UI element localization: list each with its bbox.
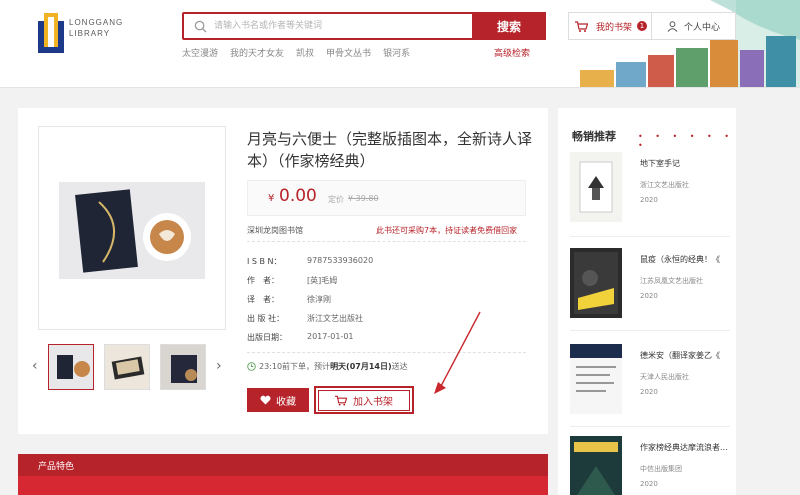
meta-key: I S B N： — [247, 257, 282, 266]
annotation-arrow-icon — [434, 311, 481, 394]
recommend-year: 2020 — [640, 196, 658, 204]
meta-value[interactable]: [英]毛姆 — [307, 275, 337, 286]
search-button[interactable]: 搜索 — [472, 12, 546, 40]
add-to-shelf-button[interactable]: 加入书架 — [314, 386, 414, 414]
heart-icon — [260, 395, 271, 405]
recommend-item[interactable]: 鼠疫（永恒的经典！《 江苏凤凰文艺出版社 2020 — [570, 248, 730, 328]
recommend-item[interactable]: 地下室手记 浙江文艺出版社 2020 — [570, 152, 730, 232]
search-icon — [194, 20, 207, 33]
price-box: ¥ 0.00 定价 ¥ 39.80 — [247, 180, 526, 216]
sidebar-title: 畅销推荐 — [572, 130, 616, 143]
meta-key: 出 版 社： — [247, 314, 285, 323]
meta-value: 徐淳刚 — [307, 295, 331, 304]
advanced-search-link[interactable]: 高级检索 — [494, 46, 530, 59]
original-price-label: 定价 — [328, 195, 344, 204]
hot-link[interactable]: 我的天才女友 — [230, 46, 284, 59]
recommend-item[interactable]: 德米安（翻译家姜乙《 天津人民出版社 2020 — [570, 344, 730, 424]
thumbnail[interactable] — [160, 344, 206, 390]
meta-value: 2017-01-01 — [307, 332, 354, 341]
chevron-left-icon[interactable]: ‹ — [32, 358, 38, 374]
book-cover-photo — [59, 182, 205, 279]
recommend-item[interactable]: 作家榜经典达摩流浪者... 中信出版集团 2020 — [570, 436, 730, 495]
decorative-dots: • • • • • • • — [638, 132, 735, 150]
recommend-title: 德米安（翻译家姜乙《 — [640, 351, 720, 360]
user-center-label: 个人中心 — [683, 22, 720, 33]
cart-count-badge: 1 — [637, 21, 648, 31]
recommend-title: 地下室手记 — [640, 159, 680, 168]
hot-link[interactable]: 太空漫游 — [182, 46, 218, 59]
thumbnail-strip: ‹ › — [32, 344, 232, 392]
site-header: LONGGANG LIBRARY 搜索 太空漫游 我的天才女友 凯叔 甲骨文丛书… — [0, 0, 800, 88]
book-cover — [570, 248, 622, 318]
meta-value: 9787533936020 — [307, 256, 374, 265]
recommend-year: 2020 — [640, 388, 658, 396]
features-label: 产品特色 — [38, 462, 75, 472]
bestseller-sidebar: 畅销推荐 • • • • • • • 地下室手记 浙江文艺出版社 2020 鼠疫… — [558, 108, 736, 495]
user-icon — [667, 20, 678, 32]
recommend-title: 鼠疫（永恒的经典！《 — [640, 255, 720, 264]
hot-link[interactable]: 凯叔 — [296, 46, 314, 59]
meta-key: 出版日期： — [247, 333, 287, 342]
recommend-publisher: 浙江文艺出版社 — [640, 181, 689, 189]
my-bookshelf-button[interactable]: 我的书架 1 — [568, 12, 652, 40]
book-cover — [570, 152, 622, 222]
divider — [570, 236, 730, 237]
meta-key: 译 者： — [247, 295, 279, 304]
library-logo-icon[interactable] — [38, 13, 64, 53]
recommend-publisher: 江苏凤凰文艺出版社 — [640, 277, 703, 285]
library-logo-text[interactable]: LONGGANG LIBRARY — [69, 17, 123, 39]
divider — [570, 426, 730, 427]
add-to-shelf-inner: 加入书架 — [318, 389, 410, 411]
original-price: ¥ 39.80 — [348, 194, 379, 203]
favorite-label: 收藏 — [276, 396, 296, 408]
book-title: 月亮与六便士（完整版插图本，全新诗人译本）（作家榜经典） — [247, 130, 533, 170]
delivery-estimate: 23:10前下单，预计明天(07月14日)送达 — [259, 362, 408, 371]
search-box: 搜索 — [182, 12, 546, 40]
bookshelf-label: 我的书架 — [596, 22, 633, 33]
price-currency: ¥ — [268, 193, 275, 204]
recommend-title: 作家榜经典达摩流浪者... — [640, 443, 728, 452]
recommend-publisher: 中信出版集团 — [640, 465, 682, 473]
meta-key: 作 者： — [247, 276, 279, 285]
add-to-shelf-label: 加入书架 — [353, 396, 393, 408]
product-features-header: 产品特色 — [18, 454, 548, 476]
purchase-notice: 此书还可采购7本，持证读者免费借回家 — [376, 226, 518, 235]
price: 0.00 — [279, 186, 317, 206]
recommend-year: 2020 — [640, 480, 658, 488]
book-cover — [570, 436, 622, 495]
book-cover — [570, 344, 622, 414]
user-center-button[interactable]: 个人中心 — [652, 12, 736, 40]
product-detail-card: ‹ › 月亮与六便士（完整版插图本，全新诗人译本）（作家榜经典） ¥ 0.00 … — [18, 108, 548, 434]
library-name: 深圳龙岗图书馆 — [247, 226, 303, 235]
meta-value: 浙江文艺出版社 — [307, 314, 363, 323]
divider — [247, 241, 526, 242]
clock-icon — [247, 362, 256, 371]
search-input[interactable] — [214, 17, 464, 35]
recommend-year: 2020 — [640, 292, 658, 300]
hot-link[interactable]: 甲骨文丛书 — [326, 46, 371, 59]
cart-icon — [575, 20, 588, 32]
hot-link[interactable]: 银河系 — [383, 46, 410, 59]
chevron-right-icon[interactable]: › — [216, 358, 222, 374]
recommend-publisher: 天津人民出版社 — [640, 373, 689, 381]
cart-icon — [335, 395, 347, 406]
hot-search-links: 太空漫游 我的天才女友 凯叔 甲骨文丛书 银河系 — [182, 46, 410, 59]
features-banner — [18, 476, 548, 495]
thumbnail[interactable] — [48, 344, 94, 390]
divider — [570, 330, 730, 331]
main-image-frame[interactable] — [38, 126, 226, 330]
thumbnail[interactable] — [104, 344, 150, 390]
favorite-button[interactable]: 收藏 — [247, 388, 309, 412]
